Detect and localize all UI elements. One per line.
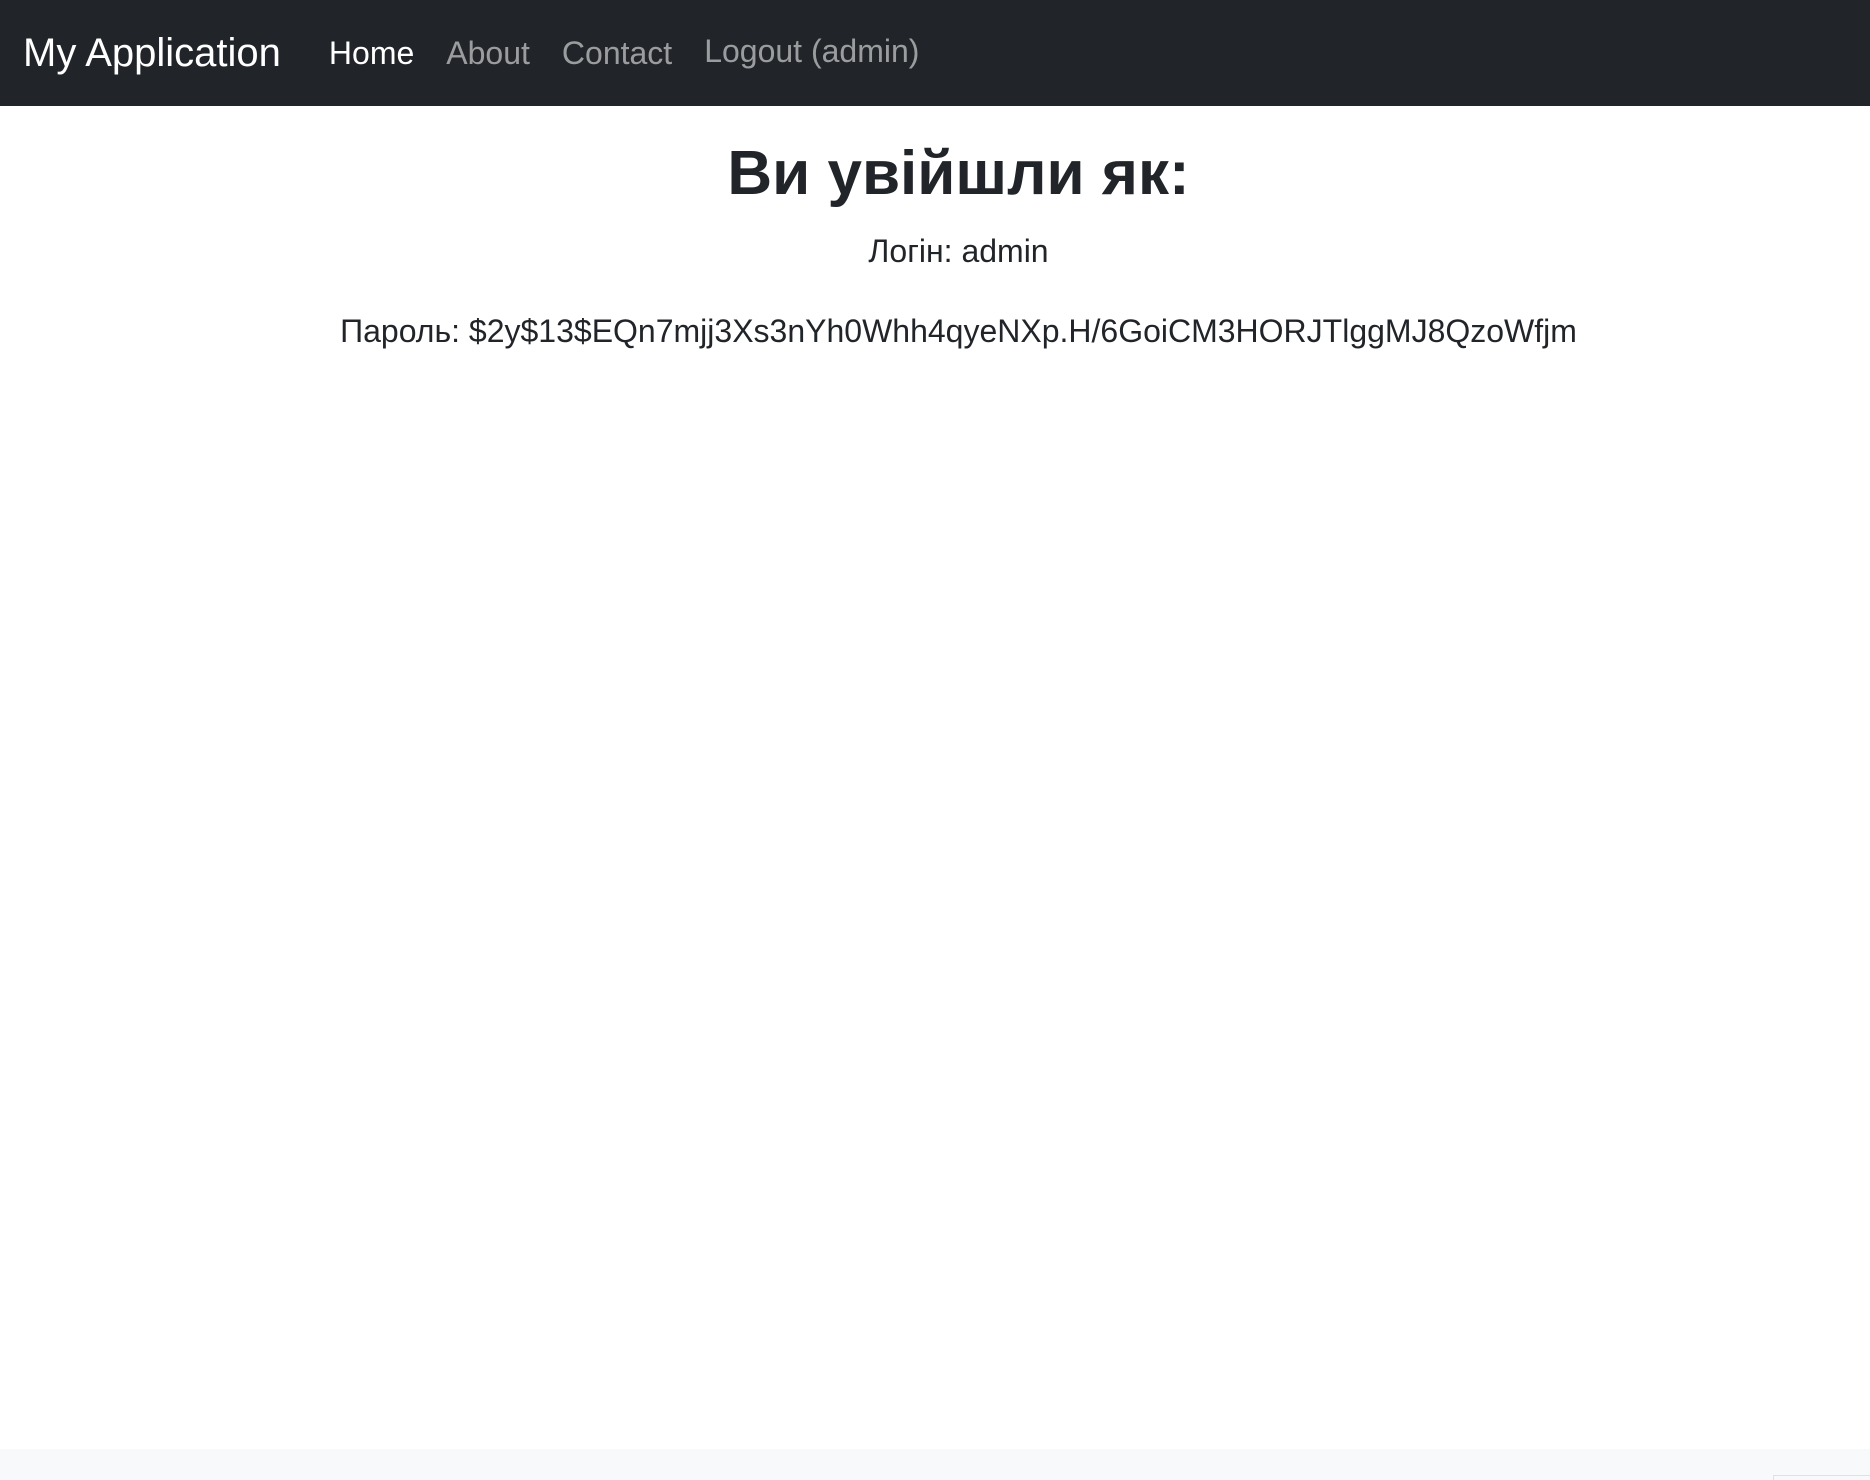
nav-item-about: About <box>446 37 562 69</box>
nav-link-about[interactable]: About <box>446 35 530 71</box>
footer <box>0 1449 1870 1480</box>
nav-item-home: Home <box>329 37 446 69</box>
login-value: admin <box>961 233 1049 270</box>
logout-button[interactable]: Logout (admin) <box>704 35 919 67</box>
nav-item-logout: Logout (admin) <box>704 35 951 69</box>
brand-link[interactable]: My Application <box>23 33 281 73</box>
password-info: Пароль: $2y$13$EQn7mjj3Xs3nYh0Whh4qyeNXp… <box>0 312 1870 350</box>
nav-menu: Home About Contact Logout (admin) <box>329 35 952 69</box>
nav-item-contact: Contact <box>562 37 704 69</box>
password-value: $2y$13$EQn7mjj3Xs3nYh0Whh4qyeNXp.H/6GoiC… <box>468 312 1577 349</box>
nav-link-home[interactable]: Home <box>329 35 414 71</box>
login-label: Логін: <box>868 233 953 270</box>
top-navbar: My Application Home About Contact Logout… <box>0 0 1870 106</box>
password-label: Пароль: <box>340 312 461 349</box>
page: My Application Home About Contact Logout… <box>0 0 1870 1480</box>
main-content: Ви увійшли як: Логін: admin Пароль: $2y$… <box>0 106 1870 350</box>
page-title: Ви увійшли як: <box>727 139 1190 208</box>
login-info: Логін: admin <box>0 232 1870 270</box>
nav-link-contact[interactable]: Contact <box>562 35 672 71</box>
footer-corner-widget <box>1773 1475 1870 1480</box>
